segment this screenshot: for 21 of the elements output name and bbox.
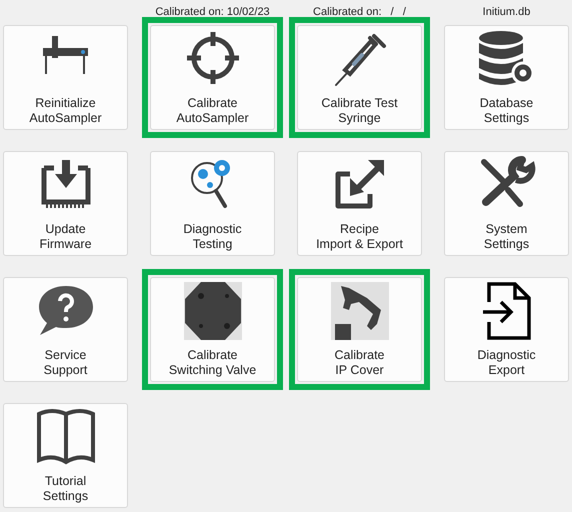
open-book-icon xyxy=(36,408,96,466)
menu-tile[interactable]: Calibrate AutoSampler xyxy=(150,25,275,130)
calibration-caption: Calibrated on: / / xyxy=(313,6,406,20)
robot-arm-icon xyxy=(330,282,388,340)
menu-tile[interactable]: Recipe Import & Export xyxy=(297,151,422,256)
valve-icon xyxy=(184,282,242,340)
menu-tile[interactable]: Service Support xyxy=(3,277,128,382)
menu-tile[interactable]: Reinitialize AutoSampler xyxy=(3,25,128,130)
menu-tile[interactable]: Update Firmware xyxy=(3,151,128,256)
menu-tile[interactable]: Diagnostic Export xyxy=(444,277,569,382)
calibration-caption: Calibrated on: 10/02/23 xyxy=(155,6,270,20)
calibration-caption: Initium.db xyxy=(482,6,530,20)
crosshair-icon xyxy=(184,30,240,86)
menu-tile[interactable]: Calibrate IP Cover xyxy=(297,277,422,382)
menu-tile[interactable]: Calibrate Switching Valve xyxy=(150,277,275,382)
menu-tile[interactable]: System Settings xyxy=(444,151,569,256)
menu-tile[interactable]: Diagnostic Testing xyxy=(150,151,275,256)
menu-tile[interactable]: Tutorial Settings xyxy=(3,403,128,508)
menu-tile[interactable]: Database Settings xyxy=(444,25,569,130)
menu-tile[interactable]: Calibrate Test Syringe xyxy=(297,25,422,130)
file-arrow-icon xyxy=(480,282,532,340)
